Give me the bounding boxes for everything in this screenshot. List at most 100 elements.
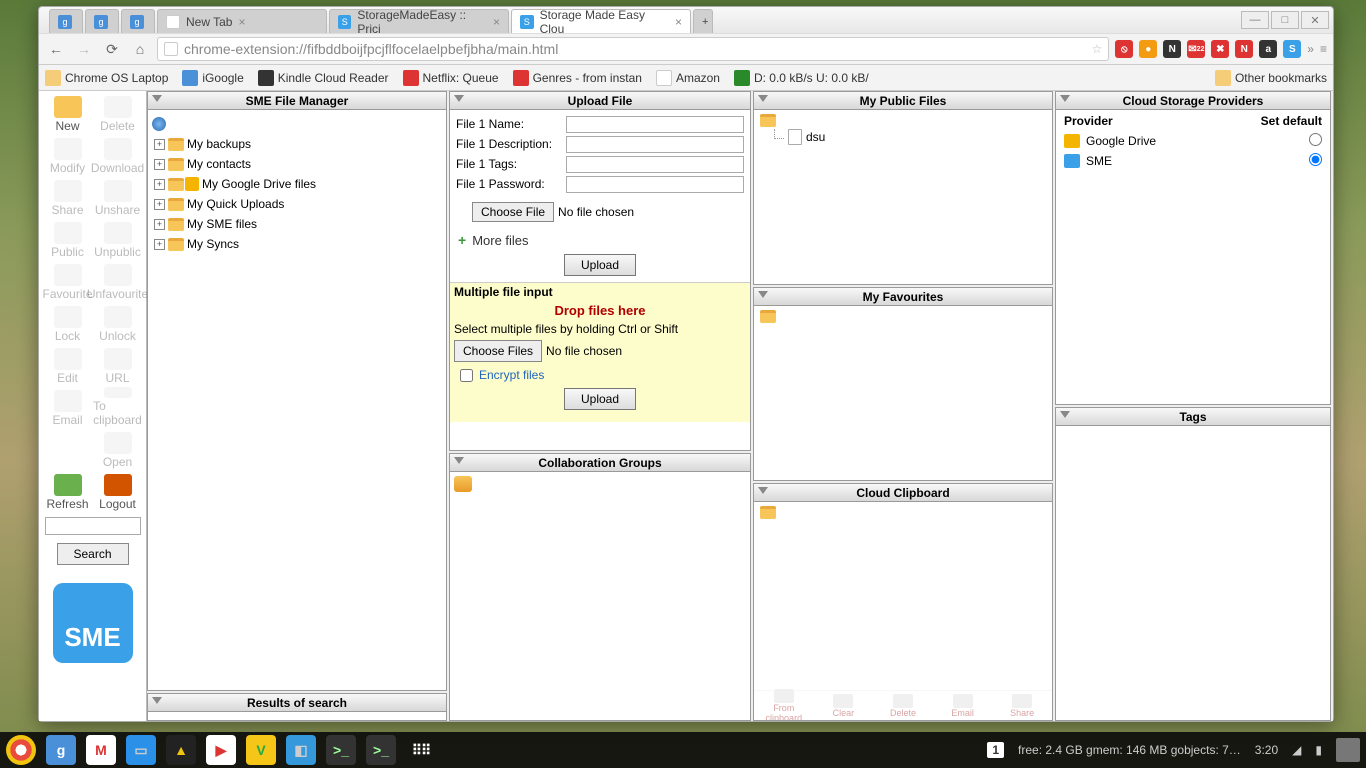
search-button[interactable]: Search (57, 543, 129, 565)
chrome-icon[interactable] (6, 735, 36, 765)
minimize-button[interactable]: — (1241, 11, 1269, 29)
collapse-icon[interactable] (152, 95, 162, 102)
folder-icon[interactable] (760, 506, 776, 519)
more-files-link[interactable]: +More files (458, 232, 750, 248)
wifi-icon[interactable]: ◢ (1292, 743, 1301, 757)
close-icon[interactable]: × (675, 15, 682, 29)
ext-icon[interactable]: ✉22 (1187, 40, 1205, 58)
collapse-icon[interactable] (758, 291, 768, 298)
upload-input[interactable] (566, 136, 744, 153)
app-icon[interactable]: ◧ (286, 735, 316, 765)
user-avatar[interactable] (1336, 738, 1360, 762)
ext-icon[interactable]: ● (1139, 40, 1157, 58)
reload-button[interactable]: ⟳ (101, 38, 123, 60)
back-button[interactable]: ← (45, 38, 67, 60)
close-icon[interactable]: × (493, 15, 500, 29)
close-button[interactable]: ✕ (1301, 11, 1329, 29)
url-input[interactable] (184, 41, 1086, 57)
other-bookmarks[interactable]: Other bookmarks (1215, 70, 1327, 86)
close-icon[interactable]: × (238, 15, 245, 29)
ext-icon[interactable]: S (1283, 40, 1301, 58)
tab-3[interactable]: New Tab× (157, 9, 327, 33)
upload-button-2[interactable]: Upload (564, 388, 636, 410)
apps-grid-icon[interactable]: ⠿⠿ (406, 735, 436, 765)
ext-icon[interactable]: ⦸ (1115, 40, 1133, 58)
tree-item[interactable]: +My backups (150, 134, 444, 154)
default-radio[interactable] (1309, 133, 1322, 146)
bookmark[interactable]: D: 0.0 kB/s U: 0.0 kB/ (734, 70, 869, 86)
ext-icon[interactable]: a (1259, 40, 1277, 58)
collapse-icon[interactable] (1060, 95, 1070, 102)
choose-files-button[interactable]: Choose Files (454, 340, 542, 362)
home-button[interactable]: ⌂ (129, 38, 151, 60)
menu-icon[interactable]: ≡ (1320, 42, 1327, 56)
upload-input[interactable] (566, 156, 744, 173)
ext-icon[interactable]: N (1163, 40, 1181, 58)
maximize-button[interactable]: □ (1271, 11, 1299, 29)
expand-icon[interactable]: + (154, 219, 165, 230)
expand-icon[interactable]: + (154, 239, 165, 250)
bookmark[interactable]: Amazon (656, 70, 720, 86)
expand-icon[interactable]: + (154, 159, 165, 170)
bookmark[interactable]: Chrome OS Laptop (45, 70, 168, 86)
tab-4[interactable]: SStorageMadeEasy :: Prici× (329, 9, 509, 33)
files-icon[interactable]: ▭ (126, 735, 156, 765)
terminal-icon[interactable]: >_ (326, 735, 356, 765)
chevron-right-icon[interactable]: » (1307, 42, 1314, 56)
bookmark[interactable]: Netflix: Queue (403, 70, 499, 86)
collapse-icon[interactable] (758, 95, 768, 102)
folder-icon[interactable] (760, 310, 776, 323)
search-input[interactable] (45, 517, 141, 535)
tree-item[interactable]: +My contacts (150, 154, 444, 174)
public-file-name[interactable]: dsu (806, 130, 825, 144)
expand-icon[interactable]: + (154, 139, 165, 150)
notification-badge[interactable]: 1 (987, 742, 1004, 758)
address-bar[interactable]: ☆ (157, 37, 1109, 61)
bookmark[interactable]: Kindle Cloud Reader (258, 70, 389, 86)
bookmark[interactable]: Genres - from instan (513, 70, 642, 86)
tab-0[interactable]: g (49, 9, 83, 33)
tab-5[interactable]: SStorage Made Easy Clou× (511, 9, 691, 33)
collapse-icon[interactable] (1060, 411, 1070, 418)
encrypt-link[interactable]: Encrypt files (479, 368, 544, 382)
gmail-icon[interactable]: M (86, 735, 116, 765)
new-tab-button[interactable]: + (693, 9, 713, 33)
choose-file-button[interactable]: Choose File (472, 202, 554, 222)
drive-icon[interactable]: ▲ (166, 735, 196, 765)
expand-icon[interactable]: + (154, 199, 165, 210)
encrypt-checkbox[interactable] (460, 369, 473, 382)
upload-input[interactable] (566, 176, 744, 193)
youtube-icon[interactable]: ▶ (206, 735, 236, 765)
ext-icon[interactable]: N (1235, 40, 1253, 58)
collapse-icon[interactable] (454, 95, 464, 102)
dropzone[interactable]: Multiple file input Drop files here Sele… (450, 282, 750, 422)
tab-1[interactable]: g (85, 9, 119, 33)
tab-2[interactable]: g (121, 9, 155, 33)
upload-input[interactable] (566, 116, 744, 133)
upload-button[interactable]: Upload (564, 254, 636, 276)
google-icon[interactable]: g (46, 735, 76, 765)
star-icon[interactable]: ☆ (1092, 42, 1103, 56)
collapse-icon[interactable] (758, 487, 768, 494)
tree-item[interactable]: +My SME files (150, 214, 444, 234)
file-icon[interactable] (788, 129, 802, 145)
bookmark[interactable]: iGoogle (182, 70, 243, 86)
expand-icon[interactable]: + (154, 179, 165, 190)
sidebar-refresh[interactable]: Refresh (44, 471, 92, 511)
provider-name[interactable]: Google Drive (1086, 134, 1156, 148)
tree-item[interactable]: +My Syncs (150, 234, 444, 254)
forward-button[interactable]: → (73, 38, 95, 60)
group-icon[interactable] (454, 476, 472, 492)
vnc-icon[interactable]: V (246, 735, 276, 765)
collapse-icon[interactable] (152, 697, 162, 704)
globe-icon[interactable] (152, 117, 166, 131)
provider-name[interactable]: SME (1086, 154, 1112, 168)
terminal2-icon[interactable]: >_ (366, 735, 396, 765)
collapse-icon[interactable] (454, 457, 464, 464)
battery-icon[interactable]: ▮ (1315, 743, 1322, 757)
tree-item[interactable]: +My Quick Uploads (150, 194, 444, 214)
tree-item[interactable]: +My Google Drive files (150, 174, 444, 194)
default-radio[interactable] (1309, 153, 1322, 166)
folder-icon[interactable] (760, 114, 776, 127)
sidebar-logout[interactable]: Logout (94, 471, 142, 511)
